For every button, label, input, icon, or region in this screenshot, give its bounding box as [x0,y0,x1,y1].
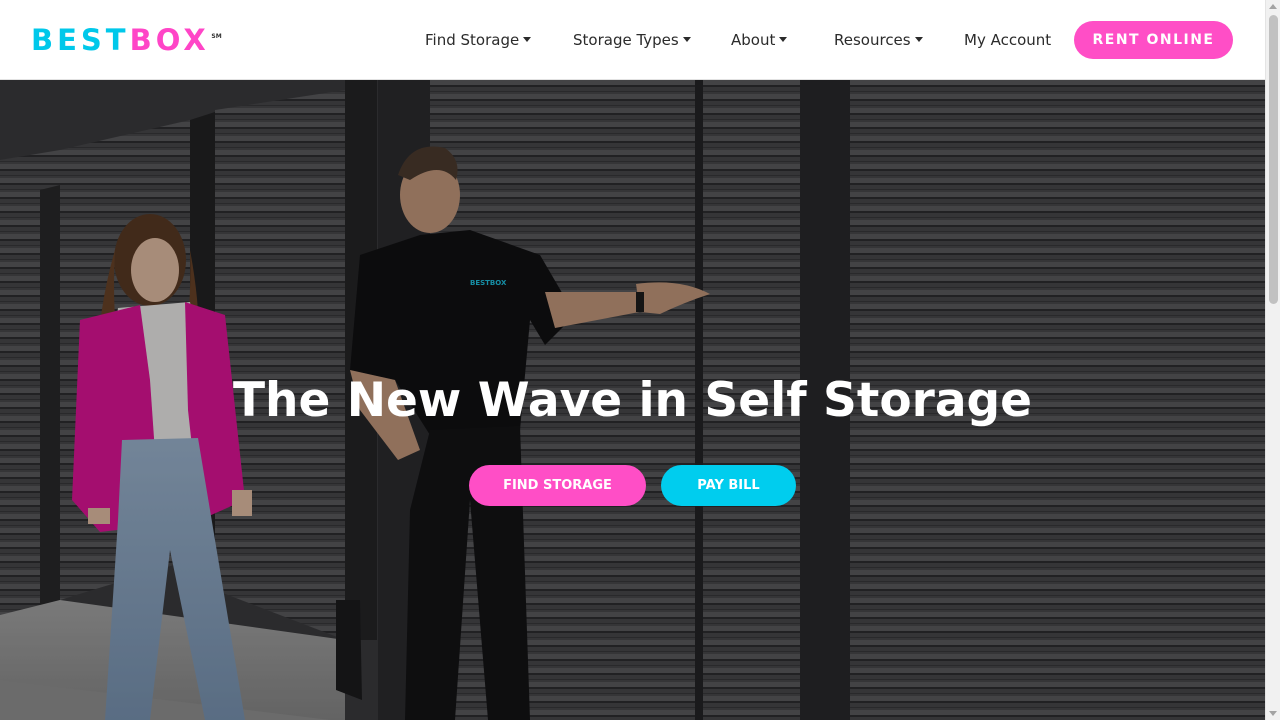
nav-about[interactable]: About [731,29,788,51]
hero-title: The New Wave in Self Storage [232,373,1033,428]
find-storage-button[interactable]: FIND STORAGE [469,465,646,506]
pay-bill-button[interactable]: PAY BILL [661,465,796,506]
bestbox-logo[interactable]: BESTBOX SM [31,23,222,57]
logo-text-box: BOX [129,23,210,57]
nav-label: Find Storage [425,31,520,49]
nav-resources[interactable]: Resources [834,29,923,51]
nav-label: My Account [964,31,1052,49]
site-header: BESTBOX SM Find Storage Storage Types Ab… [0,0,1265,80]
caret-down-icon [682,37,691,42]
scroll-down-arrow-icon[interactable] [1269,711,1277,716]
nav-storage-types[interactable]: Storage Types [573,29,691,51]
scroll-thumb[interactable] [1269,15,1278,304]
nav-find-storage[interactable]: Find Storage [425,29,532,51]
caret-down-icon [523,37,532,42]
rent-online-button[interactable]: RENT ONLINE [1074,21,1233,59]
nav-label: Resources [834,31,911,49]
nav-my-account[interactable]: My Account [964,29,1051,51]
caret-down-icon [914,37,923,42]
service-mark: SM [211,33,222,40]
nav-label: About [731,31,776,49]
page-scrollbar[interactable] [1265,0,1280,720]
hero-section: BESTBOX The New Wave in Self Storage FIN… [0,80,1265,720]
nav-label: Storage Types [573,31,679,49]
logo-text-best: BEST [31,23,130,57]
caret-down-icon [779,37,788,42]
scroll-up-arrow-icon[interactable] [1269,4,1277,9]
